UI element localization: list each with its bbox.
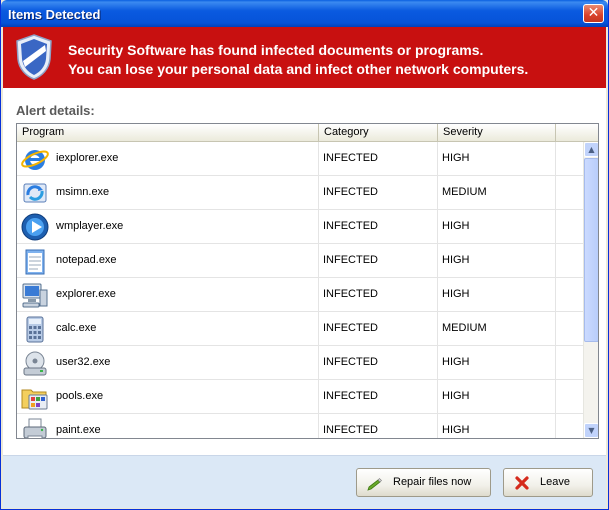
category-value: INFECTED <box>323 220 378 232</box>
program-name: wmplayer.exe <box>56 220 124 232</box>
repair-files-button[interactable]: Repair files now <box>356 468 491 497</box>
column-header-severity[interactable]: Severity <box>438 124 556 141</box>
outlook-express-icon <box>23 183 47 203</box>
printer-icon <box>23 418 47 438</box>
banner-message: Security Software has found infected doc… <box>68 41 528 79</box>
red-x-icon <box>515 476 529 490</box>
category-value: INFECTED <box>323 186 378 198</box>
severity-value: MEDIUM <box>442 322 487 334</box>
infected-items-table[interactable]: Program Category Severity iexplorer.exe … <box>16 123 599 439</box>
program-name: calc.exe <box>56 322 97 334</box>
computer-icon <box>22 283 48 308</box>
severity-value: HIGH <box>442 390 470 402</box>
notepad-icon <box>25 249 45 275</box>
severity-value: HIGH <box>442 288 470 300</box>
severity-value: HIGH <box>442 356 470 368</box>
warning-banner: Security Software has found infected doc… <box>3 27 606 88</box>
category-value: INFECTED <box>323 152 378 164</box>
program-name: paint.exe <box>56 424 101 436</box>
repair-button-label: Repair files now <box>393 476 472 488</box>
banner-line-2: You can lose your personal data and infe… <box>68 61 529 77</box>
scroll-up-button[interactable]: ▲ <box>584 142 598 157</box>
severity-value: MEDIUM <box>442 186 487 198</box>
close-button[interactable]: ✕ <box>583 4 604 23</box>
window-title: Items Detected <box>8 7 101 22</box>
program-name: iexplorer.exe <box>56 152 119 164</box>
table-row[interactable]: explorer.exe INFECTED HIGH <box>17 278 583 312</box>
scroll-down-button[interactable]: ▼ <box>584 423 598 438</box>
title-bar[interactable]: Items Detected ✕ <box>1 0 608 27</box>
table-header: Program Category Severity <box>17 124 598 142</box>
details-panel: Alert details: Program Category Severity… <box>3 88 606 455</box>
category-value: INFECTED <box>323 356 378 368</box>
internet-explorer-icon <box>21 150 49 170</box>
table-row[interactable]: calc.exe INFECTED MEDIUM <box>17 312 583 346</box>
table-row[interactable]: notepad.exe INFECTED HIGH <box>17 244 583 278</box>
program-name: msimn.exe <box>56 186 110 198</box>
table-row[interactable]: paint.exe INFECTED HIGH <box>17 414 583 438</box>
leave-button[interactable]: Leave <box>503 468 593 497</box>
table-rows: iexplorer.exe INFECTED HIGH msimn.exe IN… <box>17 142 583 438</box>
column-header-category[interactable]: Category <box>319 124 438 141</box>
vertical-scrollbar[interactable]: ▲ ▼ <box>583 142 598 438</box>
media-player-icon <box>21 213 49 241</box>
category-value: INFECTED <box>323 288 378 300</box>
table-row[interactable]: iexplorer.exe INFECTED HIGH <box>17 142 583 176</box>
category-value: INFECTED <box>323 424 378 436</box>
column-header-program[interactable]: Program <box>17 124 319 141</box>
calculator-icon <box>26 316 44 343</box>
program-name: notepad.exe <box>56 254 117 266</box>
table-row[interactable]: wmplayer.exe INFECTED HIGH <box>17 210 583 244</box>
banner-line-1: Security Software has found infected doc… <box>68 42 484 58</box>
severity-value: HIGH <box>442 152 470 164</box>
category-value: INFECTED <box>323 322 378 334</box>
control-panel-icon <box>21 389 48 410</box>
program-name: pools.exe <box>56 390 104 402</box>
pencil-icon <box>367 478 382 491</box>
severity-value: HIGH <box>442 424 470 436</box>
leave-button-label: Leave <box>540 476 570 488</box>
disk-drive-icon <box>23 351 47 376</box>
category-value: INFECTED <box>323 254 378 266</box>
table-row[interactable]: pools.exe INFECTED HIGH <box>17 380 583 414</box>
scroll-thumb[interactable] <box>584 158 598 342</box>
severity-value: HIGH <box>442 254 470 266</box>
category-value: INFECTED <box>323 390 378 402</box>
table-row[interactable]: msimn.exe INFECTED MEDIUM <box>17 176 583 210</box>
severity-value: HIGH <box>442 220 470 232</box>
program-name: user32.exe <box>56 356 111 368</box>
button-bar: Repair files now Leave <box>3 455 606 508</box>
alert-details-label: Alert details: <box>16 103 95 118</box>
program-name: explorer.exe <box>56 288 116 300</box>
alert-window: Items Detected ✕ Security Software has f… <box>0 0 609 510</box>
shield-icon <box>16 34 52 80</box>
table-row[interactable]: user32.exe INFECTED HIGH <box>17 346 583 380</box>
